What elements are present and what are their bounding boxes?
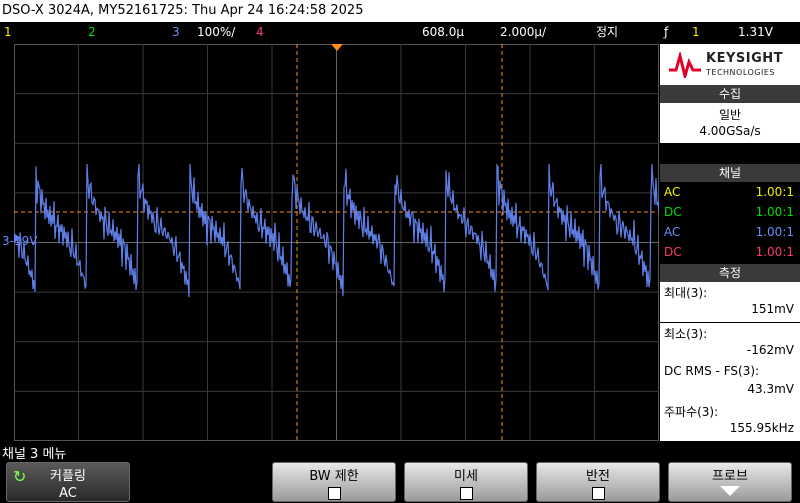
bw-limit-label: BW 제한 [309,469,359,484]
trigger-edge-icon: ƒ [664,25,669,39]
measure-freq: 주파수(3): 155.95kHz [660,401,800,441]
horizontal-delay: 608.0µ [422,25,464,39]
trigger-level: 1.31V [738,25,773,39]
measure-rms-label: DC RMS - FS(3): [664,364,760,378]
measure-rms: DC RMS - FS(3): 43.3mV [660,362,800,402]
rotate-knob-icon: ↻ [13,467,27,486]
channel-row-1[interactable]: AC 1.00:1 [664,182,796,202]
ch2-coupling: DC [664,205,682,219]
fine-label: 미세 [454,469,478,484]
ch1-coupling: AC [664,185,681,199]
measure-max-label: 최대(3): [664,286,708,300]
measure-min-value: -162mV [746,343,794,357]
ch3-coupling: AC [664,225,681,239]
ch3-offset-label: -19V [9,234,38,248]
acquire-heading: 수집 [660,85,800,103]
trigger-position-icon [331,44,343,51]
ch1-indicator[interactable]: 1 [4,22,12,42]
channel-row-4[interactable]: DC 1.00:1 [664,242,796,262]
trigger-source: 1 [692,25,700,39]
ch2-indicator[interactable]: 2 [88,22,96,42]
bw-limit-softkey[interactable]: BW 제한 [272,462,396,502]
ch3-indicator[interactable]: 3 [172,22,180,42]
keysight-wave-icon [669,52,701,78]
invert-softkey[interactable]: 반전 [536,462,660,502]
bw-limit-checkbox[interactable] [327,487,341,500]
measure-heading: 측정 [660,264,800,282]
waveform-display[interactable]: 3-19V [2,44,660,441]
ch3-scale: 100%/ [197,25,236,39]
measure-rms-value: 43.3mV [747,382,794,396]
ch3-marker-number: 3 [2,234,10,248]
measure-max: 최대(3): 151mV [660,282,800,322]
channels-heading: 채널 [660,164,800,182]
measure-min: 최소(3): -162mV [660,323,800,363]
title-bar: DSO-X 3024A, MY52161725: Thu Apr 24 16:2… [0,0,800,22]
ch4-indicator[interactable]: 4 [256,22,264,42]
measure-freq-label: 주파수(3): [664,405,719,419]
timebase-scale: 2.000µ/ [500,25,547,39]
measure-freq-value: 155.95kHz [729,421,794,435]
invert-checkbox[interactable] [591,487,605,500]
brand-name: KEYSIGHT [706,51,783,66]
submenu-arrow-icon [720,486,740,496]
waveform-graticule [13,44,660,441]
sample-rate: 4.00GSa/s [699,124,761,138]
run-state: 정지 [596,25,619,39]
menu-title: 채널 3 메뉴 [2,447,67,462]
ch4-coupling: DC [664,245,682,259]
coupling-softkey[interactable]: ↻ 커플링 AC [6,462,130,502]
channel-row-2[interactable]: DC 1.00:1 [664,202,796,222]
fine-checkbox[interactable] [459,487,473,500]
info-panel: KEYSIGHT TECHNOLOGIES 수집 일반 4.00GSa/s 채널… [660,44,800,441]
coupling-value: AC [59,486,77,501]
keysight-logo: KEYSIGHT TECHNOLOGIES [660,44,800,86]
fine-softkey[interactable]: 미세 [404,462,528,502]
measure-max-value: 151mV [751,302,794,316]
ch3-ground-marker: 3-19V [2,234,37,248]
ch2-probe: 1.00:1 [755,205,794,219]
status-bar: 1 2 3 100%/ 4 608.0µ 2.000µ/ 정지 ƒ 1 1.31… [0,22,800,44]
acquire-mode: 일반 [718,108,742,122]
ch4-probe: 1.00:1 [755,245,794,259]
channel-row-3[interactable]: AC 1.00:1 [664,222,796,242]
brand-subtitle: TECHNOLOGIES [706,68,775,77]
acquire-box: 일반 4.00GSa/s [660,103,800,143]
invert-label: 반전 [586,469,610,484]
probe-softkey[interactable]: 프로브 [668,462,792,502]
probe-label: 프로브 [712,469,748,484]
ch3-probe: 1.00:1 [755,225,794,239]
ch1-probe: 1.00:1 [755,185,794,199]
measure-min-label: 최소(3): [664,327,708,341]
